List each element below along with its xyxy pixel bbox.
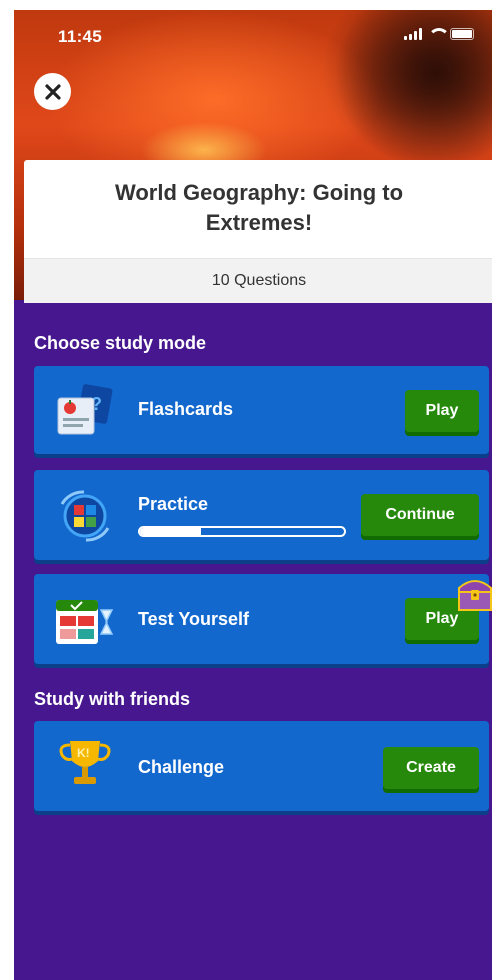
- kahoot-title-card: World Geography: Going to Extremes! 10 Q…: [24, 160, 492, 303]
- challenge-label: Challenge: [138, 757, 225, 777]
- test-yourself-icon: [56, 600, 114, 644]
- practice-progress-fill: [140, 528, 202, 535]
- test-yourself-label: Test Yourself: [138, 609, 250, 629]
- battery-icon: [450, 28, 474, 40]
- kahoot-title: World Geography: Going to Extremes!: [114, 180, 404, 235]
- practice-label: Practice: [138, 494, 209, 514]
- status-bar: 11:45: [14, 10, 492, 58]
- challenge-card[interactable]: K! Challenge Create: [34, 721, 489, 811]
- challenge-create-button[interactable]: Create: [383, 747, 479, 789]
- test-yourself-card[interactable]: Test Yourself Play: [34, 574, 489, 664]
- flashcards-icon: ?: [57, 384, 113, 435]
- status-time: 11:45: [58, 27, 103, 46]
- study-mode-heading: Choose study mode: [34, 333, 207, 353]
- signal-icon: [404, 28, 422, 40]
- trophy-icon: K!: [59, 741, 111, 784]
- question-count: 10 Questions: [24, 258, 492, 303]
- practice-progress-bar: [138, 526, 346, 537]
- practice-card[interactable]: Practice Continue: [34, 470, 489, 560]
- close-button[interactable]: [34, 73, 71, 110]
- app-screen: 11:45 World Geography: Going to Extremes…: [14, 10, 492, 980]
- treasure-chest-icon: [458, 580, 492, 611]
- wifi-icon: [428, 28, 450, 40]
- close-icon: [44, 83, 61, 100]
- study-with-friends-heading: Study with friends: [34, 689, 191, 709]
- flashcards-play-button[interactable]: Play: [405, 390, 479, 432]
- practice-icon: [60, 490, 110, 542]
- practice-continue-button[interactable]: Continue: [361, 494, 479, 536]
- flashcards-card[interactable]: ? Flashcards Play: [34, 366, 489, 454]
- flashcards-label: Flashcards: [138, 399, 234, 419]
- svg-text:K!: K!: [77, 746, 90, 760]
